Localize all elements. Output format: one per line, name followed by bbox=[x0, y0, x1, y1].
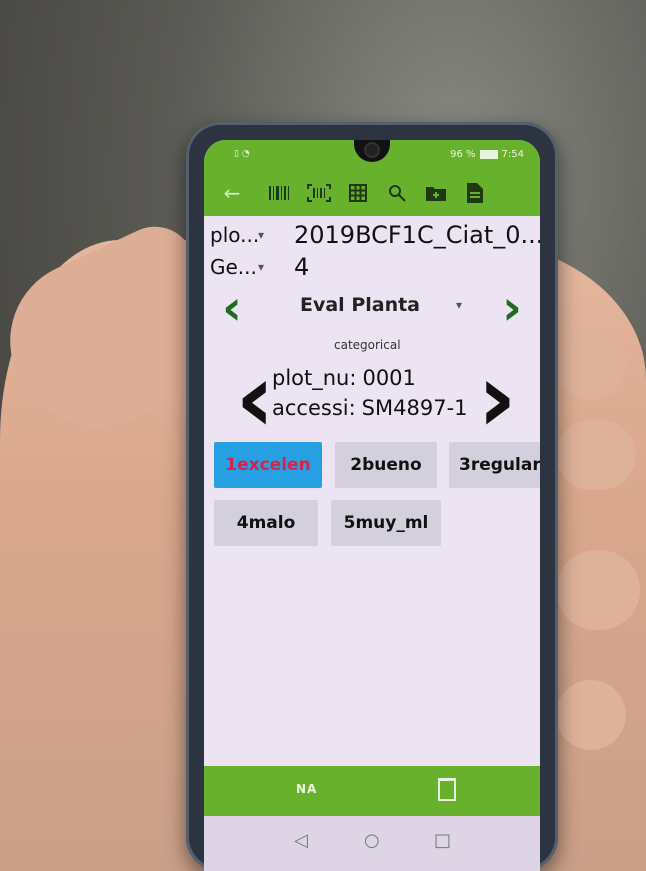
collect-content: plo... ▾ 2019BCF1C_Ciat_0... Ge... ▾ 4 ‹… bbox=[204, 216, 540, 766]
trash-icon[interactable] bbox=[438, 778, 456, 801]
entry-key: plot_nu: bbox=[272, 366, 357, 390]
barcode-scan-icon[interactable] bbox=[299, 170, 338, 216]
category-button-2[interactable]: 2bueno bbox=[335, 442, 437, 488]
category-button-1[interactable]: 1excelen bbox=[214, 442, 322, 488]
nav-recents-icon[interactable]: □ bbox=[434, 830, 451, 851]
nav-home-icon[interactable]: ○ bbox=[364, 830, 380, 851]
phone-screen: ▯ ◔ 96 % 7:54 ← plo... ▾ 2019BCF1C_Ciat_… bbox=[204, 140, 540, 871]
barcode-icon[interactable] bbox=[260, 170, 299, 216]
battery-percent: 96 % bbox=[450, 149, 476, 160]
na-button[interactable]: NA bbox=[296, 782, 317, 796]
trait-dropdown-arrow-icon[interactable]: ▾ bbox=[456, 298, 462, 312]
dropdown-arrow-icon: ▾ bbox=[258, 260, 265, 274]
info-key: plo... bbox=[210, 223, 260, 247]
finger-background bbox=[556, 420, 636, 490]
toolbar: ← bbox=[204, 170, 540, 216]
finger-background bbox=[556, 330, 626, 400]
trait-prev-chevron-icon[interactable]: ‹ bbox=[212, 284, 252, 332]
status-icons: ▯ ◔ bbox=[234, 149, 250, 159]
grid-icon[interactable] bbox=[338, 170, 377, 216]
finger-background bbox=[556, 680, 626, 750]
nav-back-icon[interactable]: ◁ bbox=[294, 830, 308, 851]
finger-background bbox=[556, 550, 640, 630]
category-button-3[interactable]: 3regular bbox=[449, 442, 540, 488]
info-value: 4 bbox=[294, 253, 310, 281]
status-right: 96 % 7:54 bbox=[450, 149, 524, 160]
trait-type-label: categorical bbox=[334, 338, 401, 352]
back-arrow-icon[interactable]: ← bbox=[204, 170, 260, 216]
trait-next-chevron-icon[interactable]: › bbox=[492, 284, 532, 332]
entry-key: accessi: bbox=[272, 396, 356, 420]
system-nav-bar: ◁ ○ □ bbox=[204, 816, 540, 871]
info-bar-plot[interactable]: plo... ▾ 2019BCF1C_Ciat_0... bbox=[210, 220, 540, 250]
category-button-4[interactable]: 4malo bbox=[214, 500, 318, 546]
dropdown-arrow-icon: ▾ bbox=[258, 228, 265, 242]
folder-add-icon[interactable] bbox=[416, 170, 455, 216]
category-button-5[interactable]: 5muy_ml bbox=[331, 500, 441, 546]
trait-selector: ‹ Eval Planta ▾ › bbox=[204, 282, 540, 334]
battery-icon bbox=[479, 150, 498, 159]
info-bar-ge[interactable]: Ge... ▾ 4 bbox=[210, 252, 309, 282]
document-icon[interactable] bbox=[455, 170, 494, 216]
entry-value: 0001 bbox=[362, 366, 416, 390]
trait-name[interactable]: Eval Planta bbox=[300, 294, 420, 316]
bottom-toolbar: NA bbox=[204, 766, 540, 816]
info-key: Ge... bbox=[210, 255, 257, 279]
search-icon[interactable] bbox=[377, 170, 416, 216]
entry-value: SM4897-1 bbox=[361, 396, 468, 420]
entry-field-accession: accessi: SM4897-1 bbox=[272, 396, 468, 420]
entry-next-chevron-icon[interactable]: › bbox=[462, 350, 532, 446]
info-value: 2019BCF1C_Ciat_0... bbox=[294, 221, 540, 249]
clock: 7:54 bbox=[501, 149, 524, 160]
entry-field-plot: plot_nu: 0001 bbox=[272, 366, 416, 390]
